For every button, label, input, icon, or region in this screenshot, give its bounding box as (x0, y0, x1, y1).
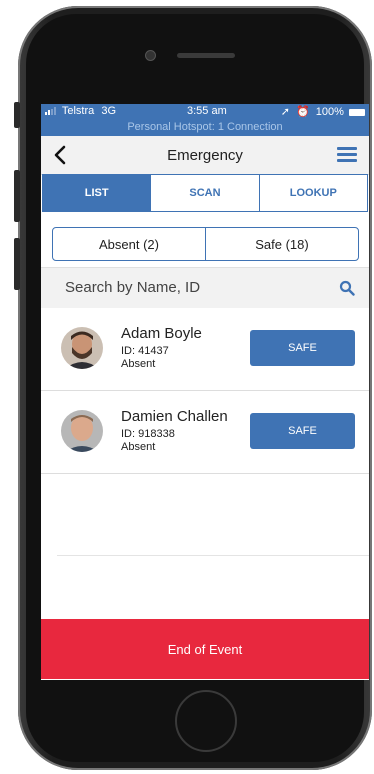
status-bar: Telstra 3G 3:55 am ➚ ⏰ 100% Personal Hot… (41, 104, 369, 136)
avatar (61, 410, 103, 452)
person-status: Absent (121, 441, 156, 453)
home-button[interactable] (175, 690, 237, 752)
app-screen: Telstra 3G 3:55 am ➚ ⏰ 100% Personal Hot… (41, 104, 369, 680)
mute-switch (14, 102, 20, 128)
hotspot-banner[interactable]: Personal Hotspot: 1 Connection (41, 121, 369, 133)
tab-lookup[interactable]: LOOKUP (260, 175, 367, 211)
filter-absent[interactable]: Absent (2) (53, 228, 206, 260)
battery-percent: 100% (315, 106, 344, 118)
hamburger-menu-icon[interactable] (337, 147, 357, 163)
status-right: ➚ ⏰ 100% (281, 105, 365, 118)
filter-safe[interactable]: Safe (18) (206, 228, 358, 260)
list-item: Adam Boyle ID: 41437 Absent SAFE (41, 308, 369, 391)
divider (57, 555, 369, 556)
front-camera (145, 50, 156, 61)
carrier-info: Telstra 3G (45, 105, 116, 117)
search-bar[interactable]: Search by Name, ID (41, 267, 369, 309)
search-input[interactable]: Search by Name, ID (65, 279, 200, 296)
avatar (61, 327, 103, 369)
location-icon: ➚ (280, 106, 290, 118)
person-name: Adam Boyle (121, 325, 202, 342)
search-icon[interactable] (339, 280, 355, 296)
person-status: Absent (121, 358, 156, 370)
tab-list[interactable]: LIST (43, 175, 152, 211)
person-id: ID: 918338 (121, 428, 175, 440)
volume-down-button (14, 238, 20, 290)
person-name: Damien Challen (121, 408, 228, 425)
page-title: Emergency (167, 147, 243, 164)
mark-safe-button[interactable]: SAFE (250, 330, 355, 366)
earpiece-speaker (177, 53, 235, 58)
end-of-event-button[interactable]: End of Event (41, 619, 369, 679)
alarm-icon: ⏰ (296, 106, 310, 118)
signal-icon (45, 107, 56, 116)
nav-bar: Emergency (41, 136, 369, 175)
list-item: Damien Challen ID: 918338 Absent SAFE (41, 391, 369, 474)
battery-icon (349, 108, 365, 116)
tab-bar: LIST SCAN LOOKUP (42, 174, 368, 212)
mark-safe-button[interactable]: SAFE (250, 413, 355, 449)
status-filter: Absent (2) Safe (18) (52, 227, 359, 261)
tab-scan[interactable]: SCAN (151, 175, 260, 211)
person-id: ID: 41437 (121, 345, 169, 357)
carrier-name: Telstra (61, 105, 95, 117)
network-type: 3G (101, 105, 117, 117)
status-time: 3:55 am (187, 105, 227, 117)
volume-up-button (14, 170, 20, 222)
